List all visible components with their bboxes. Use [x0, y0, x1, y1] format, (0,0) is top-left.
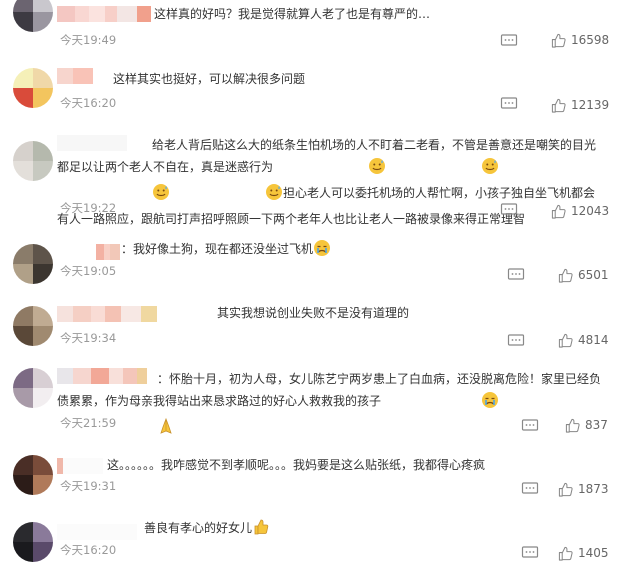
comment-text: 其实我想说创业失败不是没有道理的: [217, 306, 410, 320]
thumbs-up-icon: [558, 546, 573, 561]
comment-text: 给老人背后贴这么大的纸条生怕机场的人不盯着二老看，不管是善意还是嘲笑的目光都足以…: [57, 138, 597, 226]
avatar[interactable]: [13, 244, 53, 284]
username[interactable]: [57, 306, 157, 322]
comment-icon[interactable]: [500, 34, 518, 48]
comment-icon[interactable]: [521, 419, 539, 433]
comment-time: 今天19:05: [60, 264, 117, 278]
username[interactable]: [57, 458, 103, 474]
like-button[interactable]: 1873: [558, 481, 609, 497]
comment-text: 这样真的好吗？我是觉得就算人老了也是有尊严的…: [154, 7, 431, 21]
thumbs-up-icon: [558, 268, 573, 283]
avatar[interactable]: [13, 522, 53, 562]
thumbs-up-icon: [558, 482, 573, 497]
like-count: 837: [585, 418, 608, 432]
thumbs-up-icon: [565, 418, 580, 433]
comment-item: 给老人背后贴这么大的纸条生怕机场的人不盯着二老看，不管是善意还是嘲笑的目光都足以…: [0, 125, 626, 226]
username[interactable]: [57, 524, 137, 540]
username[interactable]: [57, 6, 151, 22]
like-button[interactable]: 6501: [558, 267, 609, 283]
comment-icon[interactable]: [500, 203, 518, 217]
comment-item: 其实我想说创业失败不是没有道理的 今天19:34 4814: [0, 294, 626, 354]
thumbs-up-icon: [551, 98, 566, 113]
thumbs-up-icon: [551, 33, 566, 48]
comment-item: 这样真的好吗？我是觉得就算人老了也是有尊严的… 今天19:49 16598: [0, 0, 626, 60]
comment-item: 这样其实也挺好，可以解决很多问题 今天16:20 12139: [0, 60, 626, 125]
like-count: 16598: [571, 33, 610, 47]
comment-time: 今天19:34: [60, 331, 117, 345]
comment-time: 今天16:20: [60, 96, 117, 110]
crying-face-emoji: [381, 391, 499, 416]
comment-icon[interactable]: [507, 268, 525, 282]
avatar[interactable]: [13, 368, 53, 408]
like-count: 12043: [571, 204, 610, 218]
username[interactable]: [57, 68, 93, 84]
comment-item: ：怀胎十月，初为人母，女儿陈艺宁两岁患上了白血病，还没脱离危险！家里已经负债累累…: [0, 360, 626, 445]
thumbs-up-icon: [551, 204, 566, 219]
comment-icon[interactable]: [507, 334, 525, 348]
comment-time: 今天21:59: [60, 416, 117, 430]
comment-icon[interactable]: [521, 546, 539, 560]
username[interactable]: [96, 244, 120, 260]
comment-icon[interactable]: [521, 482, 539, 496]
like-button[interactable]: 16598: [551, 32, 609, 48]
thumbs-up-emoji: [252, 518, 270, 543]
like-button[interactable]: 12043: [551, 203, 609, 219]
like-button[interactable]: 1405: [558, 545, 609, 561]
comment-text: 善良有孝心的好女儿: [144, 517, 606, 543]
comment-time: 今天19:22: [60, 201, 117, 215]
comment-item: ：我好像土狗，现在都还没坐过飞机 今天19:05 6501: [0, 232, 626, 292]
comment-time: 今天16:20: [60, 543, 117, 557]
comment-icon[interactable]: [500, 97, 518, 111]
avatar[interactable]: [13, 0, 53, 32]
comment-item: 这。。。。。。我咋感觉不到孝顺呢。。。我妈要是这么贴张纸，我都得心疼疯 今天19…: [0, 450, 626, 510]
like-button[interactable]: 837: [565, 417, 608, 433]
like-button[interactable]: 12139: [551, 97, 609, 113]
comment-time: 今天19:49: [60, 33, 117, 47]
like-count: 4814: [578, 333, 609, 347]
thumbs-up-icon: [558, 333, 573, 348]
comment-text: ：我好像土狗，现在都还没坐过飞机: [121, 238, 606, 264]
avatar[interactable]: [13, 306, 53, 346]
like-count: 6501: [578, 268, 609, 282]
like-count: 1873: [578, 482, 609, 496]
avatar[interactable]: [13, 455, 53, 495]
sweat-smile-emoji: [273, 157, 386, 182]
comment-item: 善良有孝心的好女儿 今天16:20 1405: [0, 512, 626, 572]
like-button[interactable]: 4814: [558, 332, 609, 348]
avatar[interactable]: [13, 68, 53, 108]
comment-text: 这样其实也挺好，可以解决很多问题: [113, 72, 306, 86]
like-count: 1405: [578, 546, 609, 560]
like-count: 12139: [571, 98, 610, 112]
sweat-smile-emoji: [386, 157, 499, 182]
comment-text: 这。。。。。。我咋感觉不到孝顺呢。。。我妈要是这么贴张纸，我都得心疼疯: [107, 458, 486, 472]
crying-face-emoji: [313, 239, 331, 264]
sweat-smile-emoji: [170, 183, 283, 208]
avatar[interactable]: [13, 141, 53, 181]
comment-time: 今天19:31: [60, 479, 117, 493]
